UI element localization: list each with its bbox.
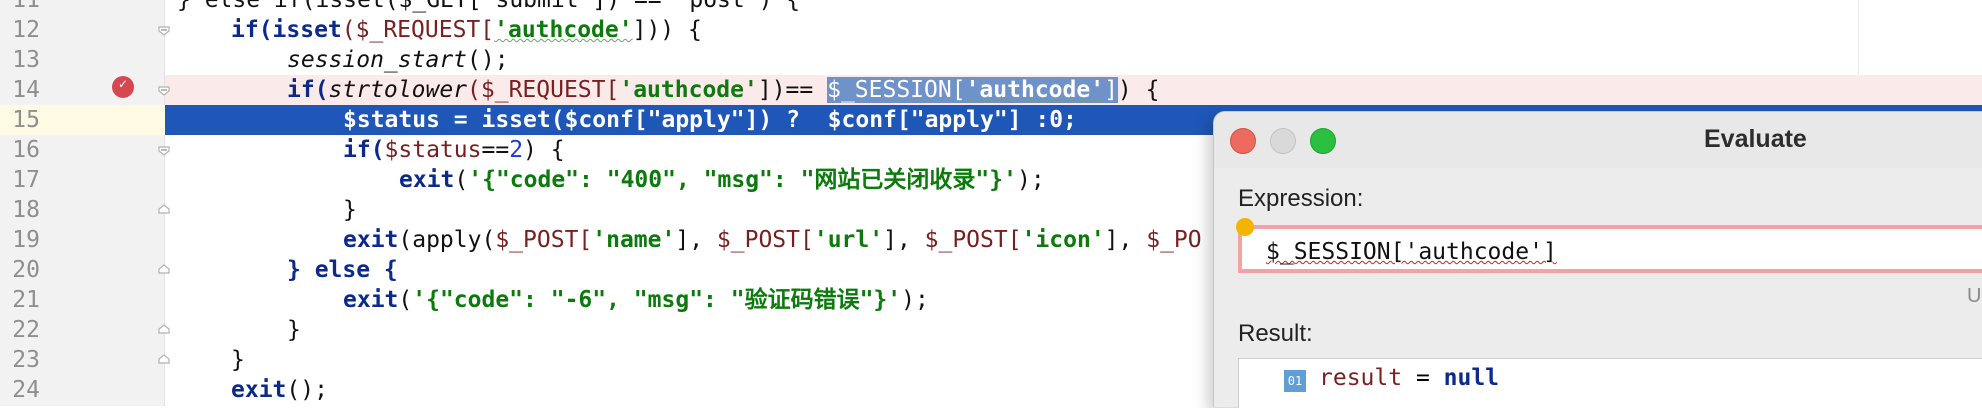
- code-text: if(strtolower($_REQUEST['authcode'])== $…: [287, 77, 1160, 103]
- line-number: 18: [12, 197, 40, 223]
- code-text: exit('{"code": "400", "msg": "网站已关闭收录"}'…: [399, 167, 1045, 193]
- code-text: exit();: [231, 377, 328, 403]
- line-number: 21: [12, 287, 40, 313]
- result-label: Result:: [1238, 320, 1313, 347]
- intention-bulb-icon[interactable]: [1236, 218, 1254, 236]
- line-number: 14: [12, 77, 40, 103]
- dialog-title: Evaluate: [1704, 125, 1807, 153]
- breakpoint-check-icon: ✓: [118, 77, 129, 91]
- fold-collapse-icon[interactable]: [157, 23, 171, 37]
- code-line-11[interactable]: 11 } else if(isset($_GET['submit']) == '…: [0, 0, 1982, 15]
- evaluate-dialog: Evaluate Expression: $_SESSION['authcode…: [1213, 111, 1982, 408]
- code-text: if(isset($_REQUEST['authcode'])) {: [231, 17, 702, 43]
- expression-hint: U: [1967, 285, 1982, 307]
- expression-input[interactable]: $_SESSION['authcode']: [1238, 225, 1982, 273]
- line-number: 11: [12, 0, 40, 13]
- code-text: $status = isset($conf["apply"]) ? $conf[…: [343, 107, 1077, 133]
- expression-text: $_SESSION['authcode']: [1266, 239, 1557, 265]
- fold-end-icon[interactable]: [157, 203, 171, 217]
- line-number: 12: [12, 17, 40, 43]
- primitive-value-icon: 01: [1284, 370, 1306, 392]
- result-tree[interactable]: 01 result = null: [1238, 358, 1982, 408]
- fold-collapse-icon[interactable]: [157, 83, 171, 97]
- code-text: if($status==2) {: [343, 137, 565, 163]
- line-number: 17: [12, 167, 40, 193]
- line-number: 19: [12, 227, 40, 253]
- line-number: 15: [12, 107, 40, 133]
- line-number: 23: [12, 347, 40, 373]
- code-text: exit(apply($_POST['name'], $_POST['url']…: [343, 227, 1202, 253]
- code-text: exit('{"code": "-6", "msg": "验证码错误"}');: [343, 287, 929, 313]
- close-window-button[interactable]: [1230, 128, 1256, 154]
- code-line-13[interactable]: 13 session_start();: [0, 45, 1982, 75]
- code-line-12[interactable]: 12 if(isset($_REQUEST['authcode'])) {: [0, 15, 1982, 45]
- line-number: 22: [12, 317, 40, 343]
- code-text: }: [287, 317, 301, 343]
- fold-end-icon[interactable]: [157, 323, 171, 337]
- maximize-window-button[interactable]: [1310, 128, 1336, 154]
- code-text: }: [343, 197, 357, 223]
- fold-collapse-icon[interactable]: [157, 143, 171, 157]
- code-text: }: [231, 347, 245, 373]
- result-row[interactable]: result = null: [1319, 365, 1499, 391]
- dialog-titlebar[interactable]: Evaluate: [1214, 112, 1982, 168]
- code-text: } else {: [287, 257, 398, 283]
- fold-end-icon[interactable]: [157, 353, 171, 367]
- code-text: session_start();: [287, 47, 509, 73]
- line-number: 20: [12, 257, 40, 283]
- line-number: 16: [12, 137, 40, 163]
- minimize-window-button[interactable]: [1270, 128, 1296, 154]
- expression-label: Expression:: [1238, 185, 1364, 212]
- line-number: 13: [12, 47, 40, 73]
- code-text: } else if(isset($_GET['submit']) == 'pos…: [177, 0, 801, 13]
- fold-end-icon[interactable]: [157, 263, 171, 277]
- line-number: 24: [12, 377, 40, 403]
- code-line-14[interactable]: 14 if(strtolower($_REQUEST['authcode'])=…: [0, 75, 1982, 105]
